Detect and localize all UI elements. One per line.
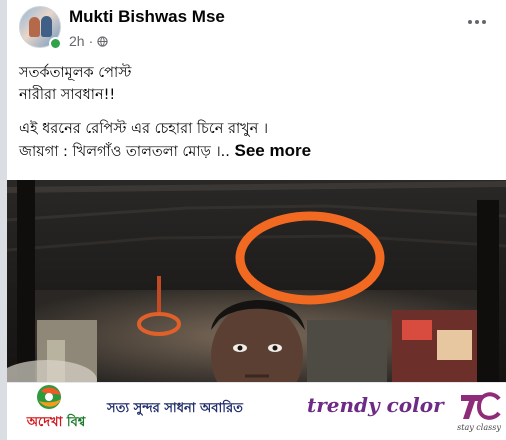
see-more-link[interactable]: See more bbox=[235, 141, 312, 160]
post-line-4: জায়গা : খিলগাঁও তালতলা মোড় ।.. See mor… bbox=[19, 140, 494, 163]
more-options-button[interactable] bbox=[459, 10, 495, 34]
author-name[interactable]: Mukti Bishwas Mse bbox=[69, 7, 225, 27]
post-photo-scene bbox=[7, 180, 506, 382]
stay-classy-tagline: stay classy bbox=[457, 423, 501, 432]
globe-icon[interactable] bbox=[97, 35, 108, 47]
post-timestamp[interactable]: 2h bbox=[69, 33, 85, 49]
adekha-bishwa-name: অদেখা বিশ্ব bbox=[26, 415, 86, 430]
stay-classy-logo: stay classy bbox=[455, 387, 503, 437]
post-body: সতর্কতামূলক পোস্ট নারীরা সাবধান!! এই ধরন… bbox=[19, 62, 494, 163]
post-meta: 2h · bbox=[69, 33, 108, 49]
more-options-icon bbox=[468, 20, 472, 24]
post-line-2: নারীরা সাবধান!! bbox=[19, 87, 116, 103]
banner-slogan: সত্য সুন্দর সাধনা অবারিত bbox=[107, 401, 243, 416]
post-header: Mukti Bishwas Mse 2h · bbox=[7, 0, 506, 60]
trendy-color-logo: trendy color bbox=[307, 393, 444, 417]
post-photo[interactable] bbox=[7, 180, 506, 382]
adekha-bishwa-logo: অদেখা বিশ্ব bbox=[11, 383, 101, 439]
post-card: Mukti Bishwas Mse 2h · সতর্কতামূলক পোস্ট… bbox=[7, 0, 506, 440]
promo-banner: অদেখা বিশ্ব সত্য সুন্দর সাধনা অবারিত tre… bbox=[7, 382, 506, 440]
post-line-3: এই ধরনের রেপিস্ট এর চেহারা চিনে রাখুন । bbox=[19, 121, 269, 137]
post-line-1: সতর্কতামূলক পোস্ট bbox=[19, 65, 132, 81]
tc-logo-icon bbox=[461, 392, 501, 420]
meta-separator: · bbox=[88, 33, 94, 49]
online-status-icon bbox=[49, 37, 62, 50]
globe-logo-icon bbox=[37, 385, 61, 409]
post-line-4-text: জায়গা : খিলগাঁও তালতলা মোড় ।.. bbox=[19, 144, 230, 160]
